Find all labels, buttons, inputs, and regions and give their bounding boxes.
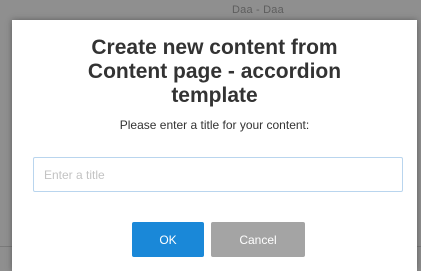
background-header-text: Daa - Daa <box>232 4 284 16</box>
content-title-input[interactable] <box>33 157 403 192</box>
dialog-title: Create new content from Content page - a… <box>87 36 342 107</box>
create-content-dialog: Create new content from Content page - a… <box>12 20 417 271</box>
dialog-prompt: Please enter a title for your content: <box>119 118 310 132</box>
cancel-button[interactable]: Cancel <box>211 222 305 257</box>
ok-button[interactable]: OK <box>132 222 204 257</box>
